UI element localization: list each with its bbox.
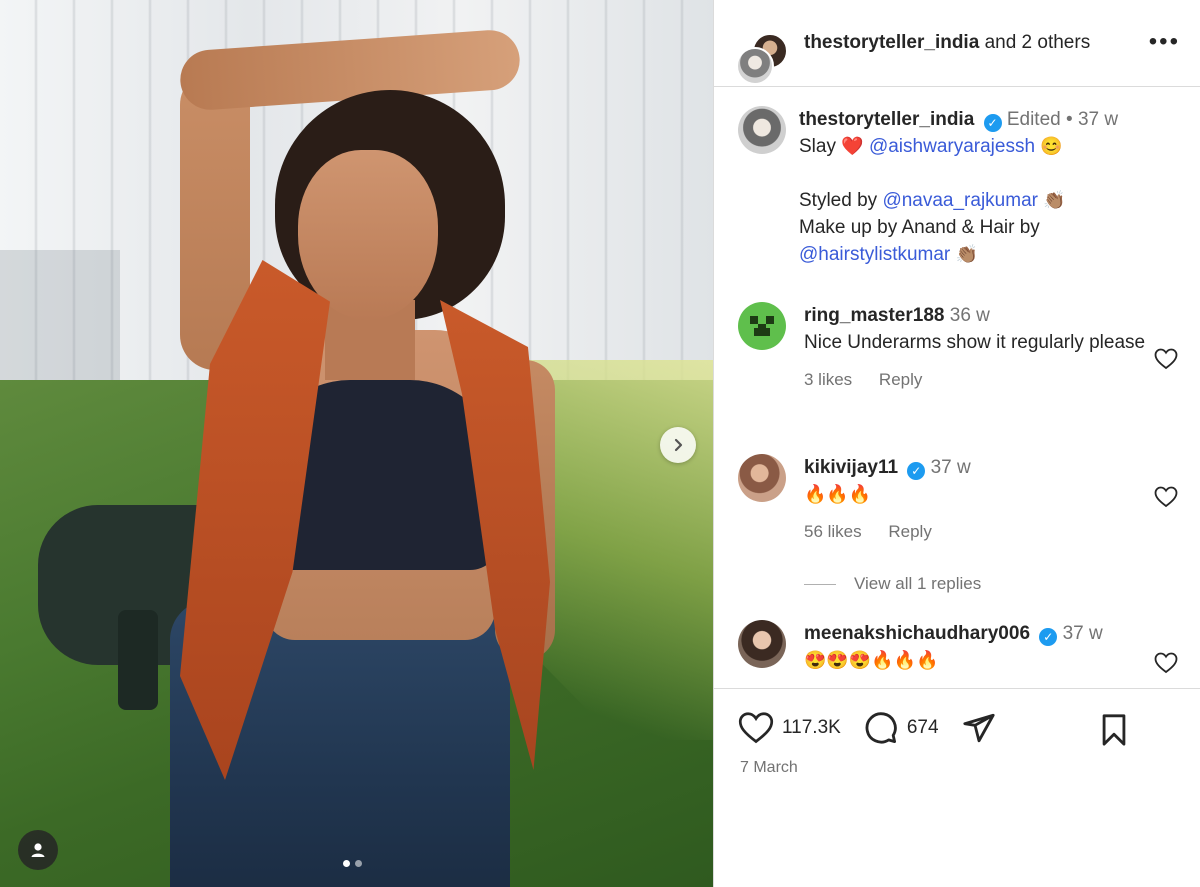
avatar[interactable] (738, 454, 786, 502)
verified-badge-icon: ✓ (1039, 628, 1058, 646)
carousel-dot (343, 860, 350, 867)
comment-username[interactable]: kikivijay11 (804, 457, 898, 478)
comment-body: kikivijay11 ✓ 37 w 🔥🔥🔥 56 likes Reply (804, 454, 1154, 545)
caption-body: thestoryteller_india ✓ Edited • 37 w Sla… (799, 106, 1179, 268)
header-username[interactable]: thestoryteller_india (804, 32, 979, 53)
more-options-icon[interactable]: ••• (1149, 30, 1180, 54)
like-button[interactable]: 117.3K (738, 711, 841, 745)
paper-plane-icon (962, 713, 995, 743)
post-photo[interactable] (0, 0, 713, 887)
dot-separator: • (1066, 109, 1078, 130)
comment-count: 674 (906, 717, 939, 738)
replies-divider (804, 583, 836, 585)
like-count: 117.3K (782, 717, 841, 738)
like-comment-heart-icon[interactable] (1154, 486, 1178, 508)
post-side-panel: thestoryteller_india and 2 others ••• th… (713, 0, 1200, 887)
comment-icon (865, 712, 897, 744)
caption-username[interactable]: thestoryteller_india (799, 109, 974, 130)
bookmark-icon[interactable] (1099, 713, 1129, 747)
comment-username[interactable]: ring_master188 (804, 305, 944, 326)
carousel-dot (355, 860, 362, 867)
collab-avatars[interactable] (736, 17, 788, 85)
comment-text: 🔥🔥🔥 (804, 484, 872, 504)
like-comment-heart-icon[interactable] (1154, 348, 1178, 370)
avatar (736, 47, 774, 85)
share-button[interactable] (961, 711, 1005, 745)
comment-body: meenakshichaudhary006 ✓ 37 w 😍😍😍🔥🔥🔥 (804, 620, 1154, 674)
model-figure (150, 28, 570, 887)
avatar[interactable] (738, 106, 786, 154)
mention-link[interactable]: @hairstylistkumar (799, 244, 950, 265)
view-replies-button[interactable]: View all 1 replies (804, 574, 981, 594)
comment-actions: 56 likes Reply (804, 518, 1154, 545)
comment-likes[interactable]: 3 likes (804, 370, 852, 389)
caption-time: 37 w (1077, 109, 1119, 130)
comment-username[interactable]: meenakshichaudhary006 (804, 623, 1030, 644)
caption-text: Slay (799, 136, 836, 157)
avatar[interactable] (738, 620, 786, 668)
comment-likes[interactable]: 56 likes (804, 522, 862, 541)
avatar[interactable] (738, 302, 786, 350)
mention-link[interactable]: @navaa_rajkumar (882, 190, 1038, 211)
face (298, 150, 438, 320)
comment-body: ring_master188 36 w Nice Underarms show … (804, 302, 1154, 393)
clap-emoji: 👏🏽 (1043, 190, 1066, 210)
caption-text: Styled by (799, 190, 878, 211)
caption-text: Make up by Anand & Hair by (799, 217, 1040, 238)
reply-button[interactable]: Reply (879, 370, 922, 389)
comments-list: thestoryteller_india ✓ Edited • 37 w Sla… (714, 88, 1200, 688)
comment-button[interactable]: 674 (863, 711, 939, 745)
heart-icon (738, 712, 774, 744)
comment-text: 😍😍😍🔥🔥🔥 (804, 650, 939, 670)
verified-badge-icon: ✓ (907, 462, 926, 480)
comment-actions: 3 likes Reply (804, 366, 1154, 393)
comment-text: Nice Underarms show it regularly please (804, 332, 1146, 353)
mention-link[interactable]: @aishwaryarajessh (869, 136, 1035, 157)
comment-time: 37 w (930, 457, 971, 478)
collab-title: thestoryteller_india and 2 others (804, 32, 1090, 54)
comment-time: 37 w (1062, 623, 1103, 644)
heart-emoji: ❤️ (841, 136, 864, 156)
edited-label: Edited (1006, 109, 1061, 130)
comment-time: 36 w (949, 305, 990, 326)
smile-emoji: 😊 (1040, 136, 1063, 156)
tagged-users-button[interactable] (18, 830, 58, 870)
post-date: 7 March (740, 759, 798, 776)
chevron-right-icon (674, 438, 683, 452)
header-collab-text[interactable]: and 2 others (985, 32, 1091, 53)
verified-badge-icon: ✓ (983, 114, 1002, 132)
user-icon (31, 843, 45, 857)
post-action-bar: 117.3K 674 7 March (714, 688, 1200, 887)
clap-emoji: 👏🏽 (955, 244, 978, 264)
like-comment-heart-icon[interactable] (1154, 652, 1178, 674)
creeper-avatar-icon (750, 316, 774, 340)
reply-button[interactable]: Reply (888, 522, 931, 541)
post-actions: 117.3K 674 (738, 711, 1027, 745)
next-image-button[interactable] (660, 427, 696, 463)
view-replies-label: View all 1 replies (854, 574, 982, 593)
carousel-indicator (343, 860, 362, 867)
post-header: thestoryteller_india and 2 others ••• (714, 0, 1200, 87)
